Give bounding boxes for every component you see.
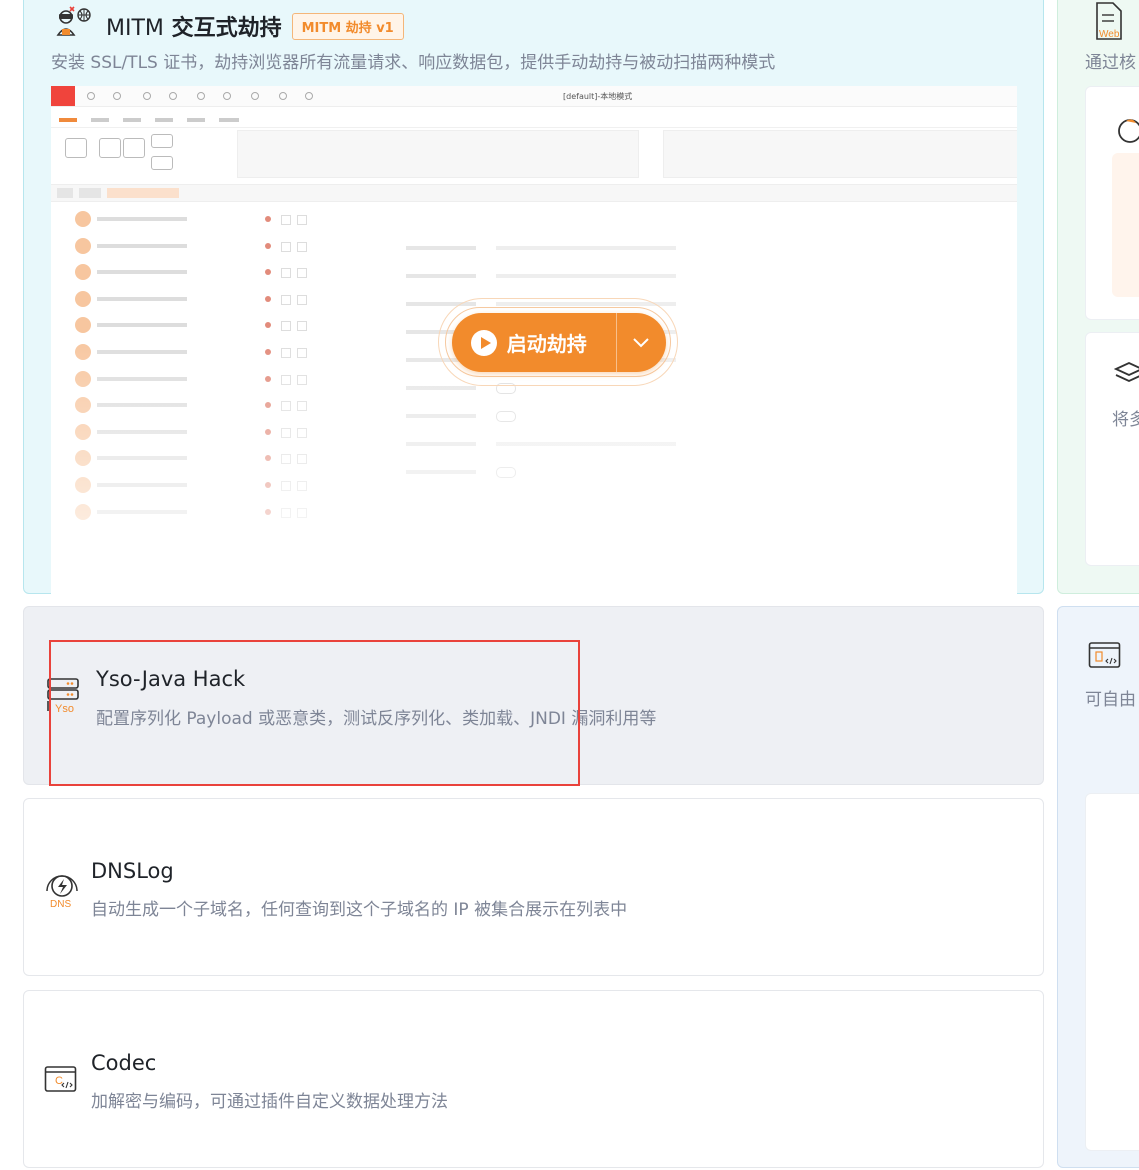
dns-icon-label: DNS <box>50 899 71 909</box>
web-document-icon: Web <box>1094 1 1126 45</box>
mitm-description: 安装 SSL/TLS 证书，劫持浏览器所有流量请求、响应数据包，提供手动劫持与被… <box>51 53 776 73</box>
start-hijack-button-halo: 启动劫持 <box>438 298 678 386</box>
right-inner-panel[interactable] <box>1085 86 1139 320</box>
play-icon <box>471 329 497 356</box>
right-bottom-inner-panel[interactable] <box>1085 793 1139 1151</box>
tool-description: 自动生成一个子域名，任何查询到这个子域名的 IP 被集合展示在列表中 <box>91 900 628 920</box>
selection-highlight <box>49 640 580 786</box>
mitm-card[interactable]: MITM 交互式劫持 MITM 劫持 v1 安装 SSL/TLS 证书，劫持浏览… <box>23 0 1044 595</box>
tool-description: 加解密与编码，可通过插件自定义数据处理方法 <box>91 1092 448 1112</box>
start-hijack-label: 启动劫持 <box>506 332 587 356</box>
layers-icon <box>1113 359 1139 393</box>
right-inner-panel-layers[interactable]: 将多 <box>1085 332 1139 566</box>
layers-description: 将多 <box>1112 410 1139 430</box>
dnslog-bolt-icon: DNS <box>42 869 82 913</box>
right-card-description: 通过核 <box>1085 53 1136 73</box>
web-icon-label: Web <box>1099 29 1120 40</box>
tool-card-dnslog[interactable]: DNS DNSLog 自动生成一个子域名，任何查询到这个子域名的 IP 被集合展… <box>23 798 1044 976</box>
codec-window-icon: C <box>44 1065 78 1099</box>
version-badge: MITM 劫持 v1 <box>291 12 404 40</box>
start-hijack-button[interactable]: 启动劫持 <box>452 313 666 372</box>
tool-card-codec[interactable]: C Codec 加解密与编码，可通过插件自定义数据处理方法 <box>23 990 1044 1168</box>
hacker-globe-icon <box>52 5 96 47</box>
chevron-down-icon[interactable] <box>617 332 666 353</box>
right-card-codec[interactable]: 可自由 <box>1057 606 1139 1168</box>
tool-title: Codec <box>91 1051 157 1075</box>
codec-window-icon <box>1088 641 1122 675</box>
tool-title: DNSLog <box>91 859 174 883</box>
right-card-web[interactable]: Web 通过核 将多 <box>1057 0 1139 594</box>
mitm-header: MITM 交互式劫持 MITM 劫持 v1 <box>52 5 404 47</box>
right-bottom-description: 可自由 <box>1085 690 1136 710</box>
mitm-preview-screenshot: [default]-本地模式 启动劫持 <box>51 86 1017 595</box>
orange-blob-icon <box>1116 115 1139 149</box>
preview-mode-label: [default]-本地模式 <box>563 92 633 101</box>
mitm-title: MITM 交互式劫持 <box>106 16 282 41</box>
